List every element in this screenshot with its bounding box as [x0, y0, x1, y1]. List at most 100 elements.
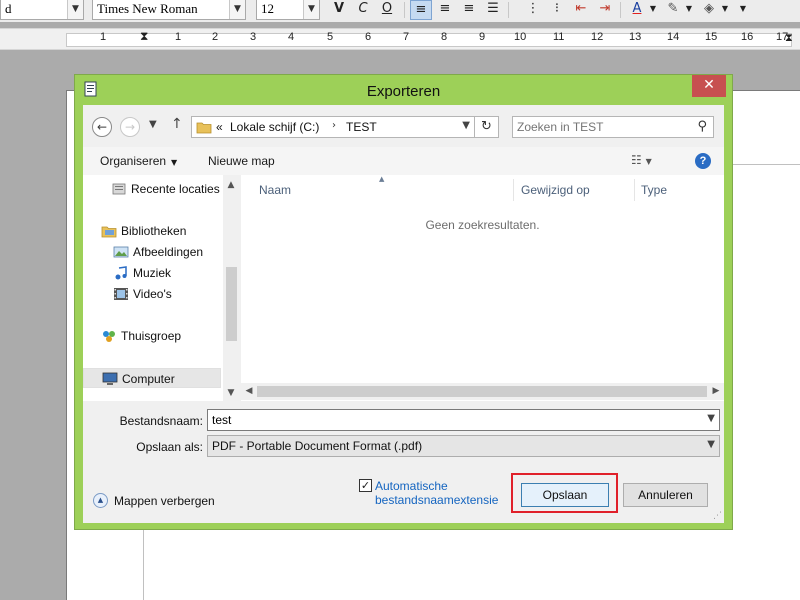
align-left-icon[interactable]: ≡ — [410, 0, 432, 20]
font-size-value: 12 — [261, 1, 274, 16]
bullet-list-icon[interactable]: ⁝ — [546, 0, 568, 20]
dialog-title: Exporteren — [366, 83, 441, 100]
search-box[interactable]: ⚲ — [512, 116, 714, 138]
address-bar[interactable]: « Lokale schijf (C:) › TEST ▼ — [191, 116, 475, 138]
nav-item-music[interactable]: Muziek — [113, 263, 221, 283]
recent-locations-dropdown[interactable]: ▼ — [149, 119, 157, 130]
underline-icon[interactable]: O — [376, 0, 398, 20]
page-margin-guide — [143, 520, 144, 600]
pictures-icon — [113, 246, 129, 258]
increase-indent-icon[interactable]: ⇥ — [594, 0, 616, 20]
auto-extension-checkbox[interactable]: ✓ — [359, 479, 372, 492]
chevron-down-icon[interactable]: ▼ — [648, 0, 658, 20]
nav-item-label: Muziek — [133, 266, 172, 280]
navigation-scrollbar[interactable]: ▲ ▼ — [223, 175, 239, 401]
auto-extension-label[interactable]: Automatische bestandsnaamextensie — [375, 479, 505, 507]
back-button[interactable]: ← — [92, 117, 112, 137]
search-input[interactable] — [517, 119, 687, 135]
ruler-number: 2 — [212, 31, 219, 43]
column-header-modified[interactable]: Gewijzigd op — [521, 183, 590, 197]
indent-marker-icon[interactable]: ⧗ — [140, 29, 148, 44]
scroll-up-icon[interactable]: ▲ — [223, 177, 239, 193]
decrease-indent-icon[interactable]: ⇤ — [570, 0, 592, 20]
sort-ascending-icon: ▲ — [379, 175, 385, 183]
search-icon[interactable]: ⚲ — [697, 119, 707, 134]
column-header-name[interactable]: Naam — [259, 183, 291, 197]
page-margin-guide — [732, 164, 800, 165]
ruler-number: 14 — [667, 31, 680, 43]
column-divider[interactable] — [513, 179, 514, 201]
nav-item-pictures[interactable]: Afbeeldingen — [113, 242, 221, 262]
forward-button[interactable]: → — [120, 117, 140, 137]
numbered-list-icon[interactable]: ⋮ — [522, 0, 544, 20]
italic-icon[interactable]: C — [352, 0, 374, 20]
file-list[interactable]: ▲ Naam Gewijzigd op Type Geen zoekresult… — [241, 175, 724, 401]
ruler-number: 3 — [250, 31, 257, 43]
font-color-icon[interactable]: A — [626, 0, 648, 20]
align-center-icon[interactable]: ≡ — [434, 0, 456, 20]
file-list-scrollbar[interactable]: ◀ ▶ — [241, 383, 724, 400]
filename-combo[interactable]: ▼ — [207, 409, 720, 431]
column-divider[interactable] — [634, 179, 635, 201]
chevron-down-icon[interactable]: ▼ — [684, 0, 694, 20]
nav-item-videos[interactable]: Video's — [113, 284, 221, 304]
ruler-number: 6 — [365, 31, 372, 43]
dialog-titlebar[interactable]: Exporteren ✕ — [75, 75, 732, 105]
ruler-number: 4 — [288, 31, 295, 43]
chevron-down-icon[interactable]: ▼ — [229, 0, 245, 19]
command-bar: Organiseren ▼ Nieuwe map ☷ ▼ ? — [83, 147, 724, 175]
up-folder-button[interactable]: ↑ — [171, 116, 183, 132]
bold-icon[interactable]: V — [328, 0, 350, 20]
nav-item-homegroup[interactable]: Thuisgroep — [101, 326, 221, 346]
tab-stop-icon[interactable]: ⧗ — [785, 31, 793, 45]
ruler-number: 10 — [514, 31, 527, 43]
column-header-type[interactable]: Type — [641, 183, 667, 197]
toolbar-overflow-icon[interactable]: ▼ — [736, 0, 750, 20]
save-as-type-select[interactable]: PDF - Portable Document Format (.pdf) ▼ — [207, 435, 720, 457]
toolbar-separator — [404, 2, 405, 18]
chevron-down-icon: ▼ — [171, 158, 178, 167]
chevron-down-icon[interactable]: ▼ — [303, 0, 319, 19]
scroll-down-icon[interactable]: ▼ — [223, 385, 239, 401]
breadcrumb-folder[interactable]: TEST — [346, 120, 377, 134]
paragraph-style-combo[interactable]: d ▼ — [0, 0, 84, 20]
chevron-down-icon[interactable]: ▼ — [67, 0, 83, 19]
chevron-down-icon[interactable]: ▼ — [707, 439, 715, 450]
breadcrumb-separator[interactable]: › — [332, 120, 336, 131]
nav-item-libraries[interactable]: Bibliotheken — [101, 221, 221, 241]
refresh-button[interactable]: ↻ — [475, 116, 499, 138]
chevron-down-icon[interactable]: ▼ — [462, 120, 470, 131]
font-size-combo[interactable]: 12 ▼ — [256, 0, 320, 20]
save-button[interactable]: Opslaan — [521, 483, 609, 507]
chevron-down-icon[interactable]: ▼ — [707, 413, 715, 424]
font-name-combo[interactable]: Times New Roman ▼ — [92, 0, 246, 20]
align-right-icon[interactable]: ≡ — [458, 0, 480, 20]
background-color-icon[interactable]: ◈ — [698, 0, 720, 20]
cancel-button[interactable]: Annuleren — [623, 483, 708, 507]
view-options-button[interactable]: ☷ ▼ — [631, 153, 652, 167]
close-button[interactable]: ✕ — [692, 75, 726, 97]
horizontal-ruler[interactable]: 1 ⧗ 1 2 3 4 5 6 7 8 9 10 11 12 13 14 15 … — [0, 28, 800, 50]
nav-item-recent-locations[interactable]: Recente locaties — [111, 179, 221, 199]
filename-input[interactable] — [212, 412, 692, 428]
justify-icon[interactable]: ☰ — [482, 0, 504, 20]
breadcrumb-drive[interactable]: Lokale schijf (C:) — [230, 120, 319, 134]
organize-button[interactable]: Organiseren ▼ — [100, 154, 177, 168]
arrow-left-icon: ← — [96, 120, 108, 134]
ruler-number: 11 — [553, 31, 565, 43]
scroll-right-icon[interactable]: ▶ — [708, 383, 724, 400]
address-prefix[interactable]: « — [216, 120, 223, 134]
new-folder-button[interactable]: Nieuwe map — [208, 154, 275, 168]
scrollbar-thumb[interactable] — [257, 386, 707, 397]
resize-grip-icon[interactable]: ⋰ — [713, 511, 722, 521]
nav-item-label: Video's — [133, 287, 172, 301]
help-button[interactable]: ? — [695, 153, 711, 169]
ruler-number: 12 — [591, 31, 604, 43]
nav-item-computer[interactable]: Computer — [83, 368, 221, 388]
scrollbar-thumb[interactable] — [226, 267, 237, 341]
highlight-icon[interactable]: ✎ — [662, 0, 684, 20]
navigation-pane[interactable]: Recente locaties Bibliotheken Afbeelding… — [83, 175, 239, 401]
close-icon: ✕ — [703, 77, 715, 93]
scroll-left-icon[interactable]: ◀ — [241, 383, 257, 400]
chevron-down-icon[interactable]: ▼ — [720, 0, 730, 20]
